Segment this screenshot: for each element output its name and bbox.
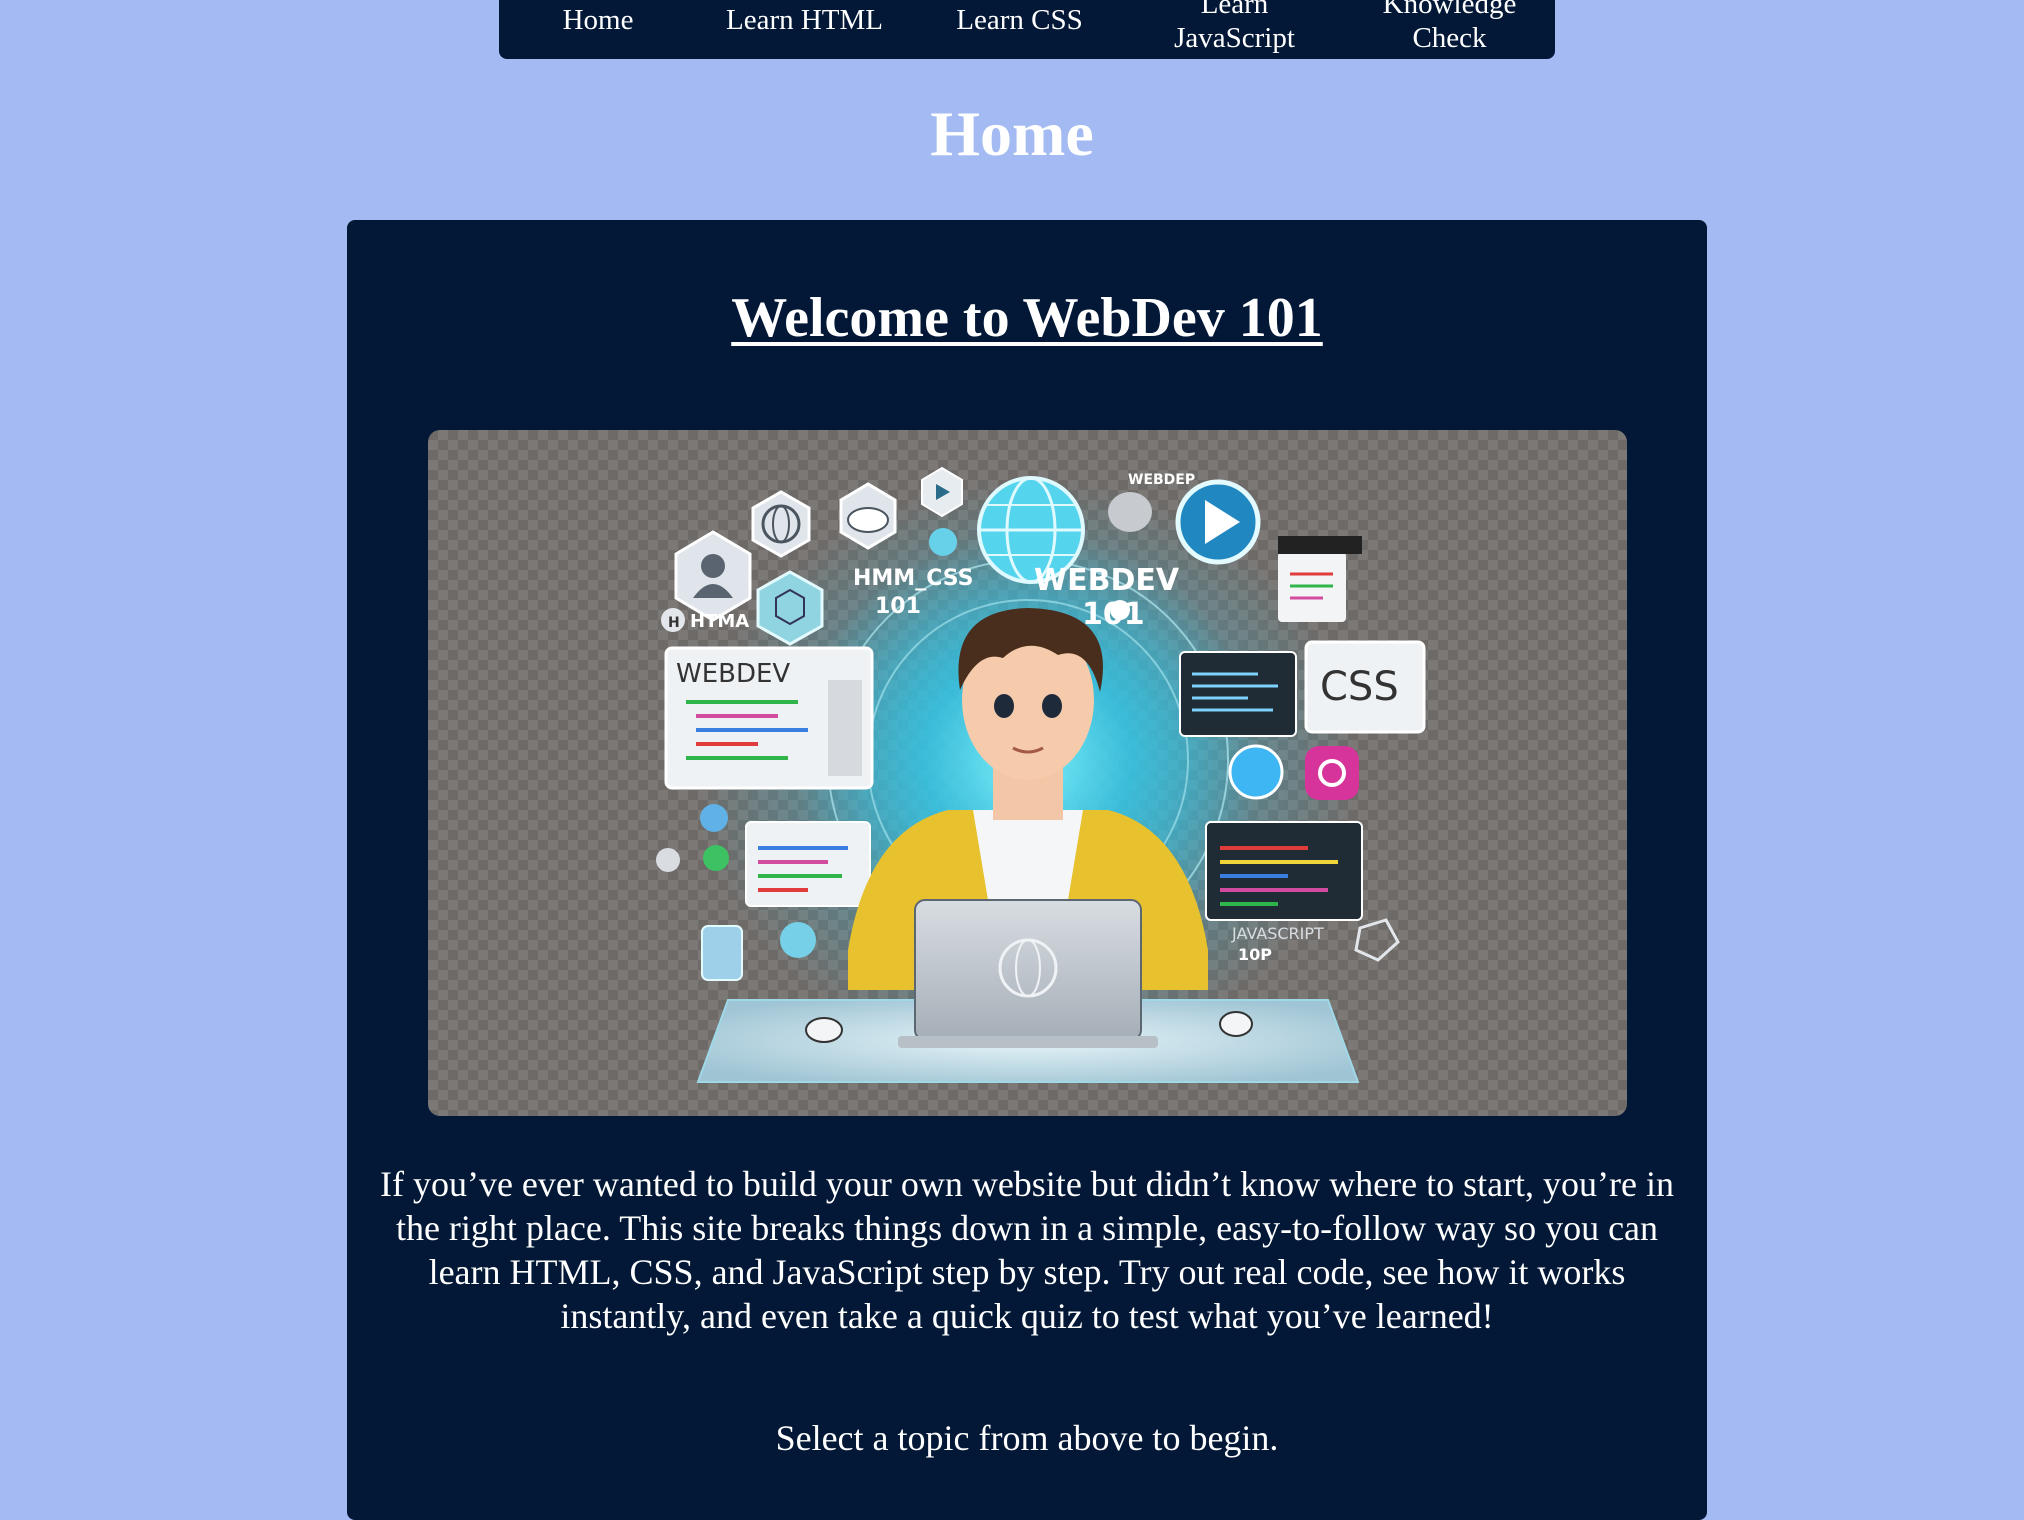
call-to-action: Select a topic from above to begin.	[775, 1418, 1279, 1458]
css-panel: CSS	[1304, 640, 1426, 734]
user-icon	[674, 530, 752, 622]
jar-icon	[701, 925, 743, 981]
nav-knowledge-check-label: Knowledge Check	[1382, 0, 1517, 54]
svg-text:WEBDEV: WEBDEV	[1034, 563, 1180, 598]
small-play-icon	[929, 528, 957, 556]
small-icon-left-1	[700, 804, 728, 832]
play-circle-icon	[780, 922, 816, 958]
svg-text:10P: 10P	[1238, 945, 1272, 964]
main-nav: Home Learn HTML Learn CSS Learn JavaScri…	[499, 0, 1555, 59]
small-icon-left-3	[656, 848, 680, 872]
webdep-label: WEBDEP	[1128, 472, 1195, 488]
nav-learn-html-label: Learn HTML	[725, 3, 884, 36]
nav-knowledge-check[interactable]: Knowledge Check	[1342, 0, 1557, 59]
nav-learn-javascript[interactable]: Learn JavaScript	[1127, 0, 1342, 59]
svg-text:HMM_CSS: HMM_CSS	[853, 566, 973, 591]
clapperboard-icon	[1278, 536, 1362, 622]
svg-text:H: H	[668, 615, 680, 631]
small-icon-left-2	[703, 845, 729, 871]
page-title: Home	[930, 98, 1094, 169]
nav-home-label: Home	[562, 3, 634, 36]
intro-paragraph: If you’ve ever wanted to build your own …	[379, 1164, 1675, 1336]
content-panel: Welcome to WebDev 101 WEBDEP WEBDEV HMM_…	[347, 220, 1707, 1520]
html-badge: H HTMA	[661, 608, 749, 632]
sparkle-dot	[1110, 600, 1130, 620]
left-small-code-panel	[745, 821, 871, 907]
javascript-code-panel	[1205, 821, 1363, 921]
chat-bubble-icon	[1228, 744, 1284, 800]
crystal-icon	[1354, 918, 1400, 962]
html-badge-label: HTMA	[690, 611, 749, 632]
nav-learn-css[interactable]: Learn CSS	[912, 0, 1127, 59]
cloud-icon	[839, 482, 897, 550]
globe-hex-icon	[751, 490, 811, 558]
nav-learn-javascript-label: Learn JavaScript	[1174, 0, 1295, 54]
nav-home[interactable]: Home	[499, 0, 697, 59]
laptop-icon	[898, 899, 1158, 1048]
svg-text:JAVASCRIPT: JAVASCRIPT	[1231, 924, 1324, 943]
right-dark-code-panel	[1179, 651, 1297, 737]
mouse-icon-left	[805, 1017, 843, 1043]
instagram-icon	[1305, 746, 1359, 800]
play-button-icon	[1175, 479, 1261, 565]
webdev-panel-label: WEBDEV	[676, 659, 790, 689]
hero-illustration: WEBDEP WEBDEV 101 HMM_CSS 101 H HTMA	[428, 430, 1627, 1116]
nav-learn-html[interactable]: Learn HTML	[697, 0, 912, 59]
welcome-heading: Welcome to WebDev 101	[731, 287, 1323, 349]
nav-learn-css-label: Learn CSS	[956, 3, 1083, 36]
mouse-icon-right	[1219, 1011, 1253, 1037]
webdev-code-panel: WEBDEV	[664, 646, 874, 790]
css-panel-label: CSS	[1320, 664, 1399, 710]
svg-text:101: 101	[875, 594, 921, 619]
